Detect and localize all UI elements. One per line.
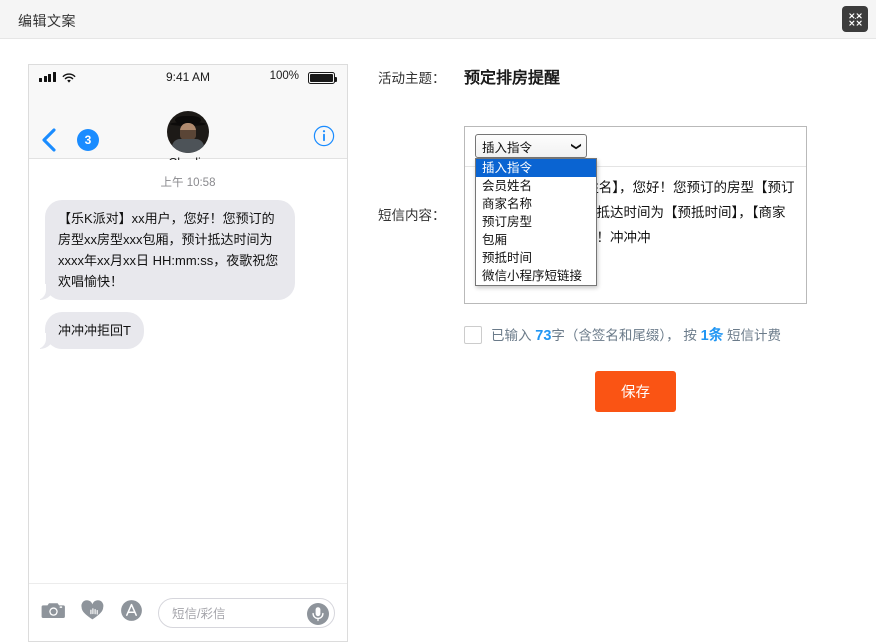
char-count-text: 已输入 73字（含签名和尾缀）， 按 1条 短信计费 bbox=[491, 324, 781, 345]
expand-collapse-arrows-glyph bbox=[848, 12, 862, 26]
message-timestamp: 上午 10:58 bbox=[160, 177, 216, 189]
phone-header: 9:41 AM 100% 3 Charlie bbox=[29, 65, 347, 170]
battery-full-icon bbox=[308, 72, 337, 84]
sms-input-placeholder: 短信/彩信 bbox=[172, 607, 226, 621]
conversation-nav-row: 3 Charlie bbox=[29, 89, 347, 170]
dropdown-option[interactable]: 预抵时间 bbox=[476, 249, 596, 267]
dropdown-option[interactable]: 插入指令 bbox=[476, 159, 596, 177]
dropdown-option[interactable]: 商家名称 bbox=[476, 195, 596, 213]
topic-value: 预定排房提醒 bbox=[464, 70, 561, 87]
window-title-bar: 编辑文案 bbox=[0, 0, 876, 39]
dropdown-option[interactable]: 包厢 bbox=[476, 231, 596, 249]
ios-status-bar: 9:41 AM 100% bbox=[29, 65, 347, 89]
message-bubble: 【乐K派对】xx用户，您好！您预订的房型xx房型xxx包厢，预计抵达时间为xxx… bbox=[36, 200, 295, 301]
count-suffix: 短信计费 bbox=[723, 328, 782, 343]
chevron-down-icon: ❯ bbox=[570, 141, 582, 151]
app-store-icon[interactable] bbox=[119, 598, 144, 628]
topic-row: 活动主题： 预定排房提醒 bbox=[378, 64, 848, 104]
sms-input[interactable]: 短信/彩信 bbox=[158, 597, 335, 628]
sms-count-value: 1条 bbox=[700, 328, 724, 344]
info-circle-icon[interactable] bbox=[313, 125, 335, 152]
save-button[interactable]: 保存 bbox=[595, 371, 676, 412]
content-row: 短信内容： 插入指令 ❯ 插入指令 会员姓名 商家名称 预订房型 包厢 预抵时间… bbox=[378, 126, 848, 304]
message-list: 上午 10:58 【乐K派对】xx用户，您好！您预订的房型xx房型xxx包厢，预… bbox=[29, 160, 347, 583]
dropdown-option[interactable]: 会员姓名 bbox=[476, 177, 596, 195]
count-middle: 字（含签名和尾缀）， 按 bbox=[551, 328, 701, 343]
content-label: 短信内容： bbox=[378, 208, 446, 223]
microphone-icon[interactable] bbox=[305, 601, 331, 632]
insert-command-selected-value: 插入指令 bbox=[482, 140, 533, 155]
heart-hand-icon[interactable] bbox=[80, 599, 105, 626]
phone-preview: 9:41 AM 100% 3 Charlie bbox=[28, 64, 348, 642]
insert-command-dropdown-list[interactable]: 插入指令 会员姓名 商家名称 预订房型 包厢 预抵时间 微信小程序短链接 bbox=[475, 158, 597, 286]
message-bubble: 冲冲冲拒回T bbox=[36, 312, 144, 350]
dropdown-option[interactable]: 预订房型 bbox=[476, 213, 596, 231]
char-count-row: 已输入 73字（含签名和尾缀）， 按 1条 短信计费 bbox=[464, 324, 848, 345]
sms-content-editor: 插入指令 ❯ 插入指令 会员姓名 商家名称 预订房型 包厢 预抵时间 微信小程序… bbox=[464, 126, 807, 304]
page-title: 编辑文案 bbox=[18, 13, 76, 29]
char-count-value: 73 bbox=[535, 328, 552, 344]
edit-form-panel: 活动主题： 预定排房提醒 短信内容： 插入指令 ❯ 插入指令 会员姓名 商家名称… bbox=[378, 64, 848, 412]
editor-toolbar: 插入指令 ❯ 插入指令 会员姓名 商家名称 预订房型 包厢 预抵时间 微信小程序… bbox=[465, 127, 806, 286]
phone-input-bar: 短信/彩信 bbox=[29, 583, 347, 641]
avatar bbox=[167, 111, 209, 153]
expand-collapse-arrows-icon[interactable] bbox=[842, 6, 868, 32]
count-prefix: 已输入 bbox=[491, 328, 536, 343]
camera-icon[interactable] bbox=[41, 600, 66, 626]
dropdown-option[interactable]: 微信小程序短链接 bbox=[476, 267, 596, 285]
battery-percent-label: 100% bbox=[269, 70, 299, 82]
count-checkbox[interactable] bbox=[464, 325, 482, 344]
topic-label: 活动主题： bbox=[378, 71, 446, 86]
save-row: 保存 bbox=[464, 371, 807, 412]
insert-command-select[interactable]: 插入指令 ❯ bbox=[475, 134, 587, 158]
status-bar-time: 9:41 AM bbox=[165, 70, 211, 84]
